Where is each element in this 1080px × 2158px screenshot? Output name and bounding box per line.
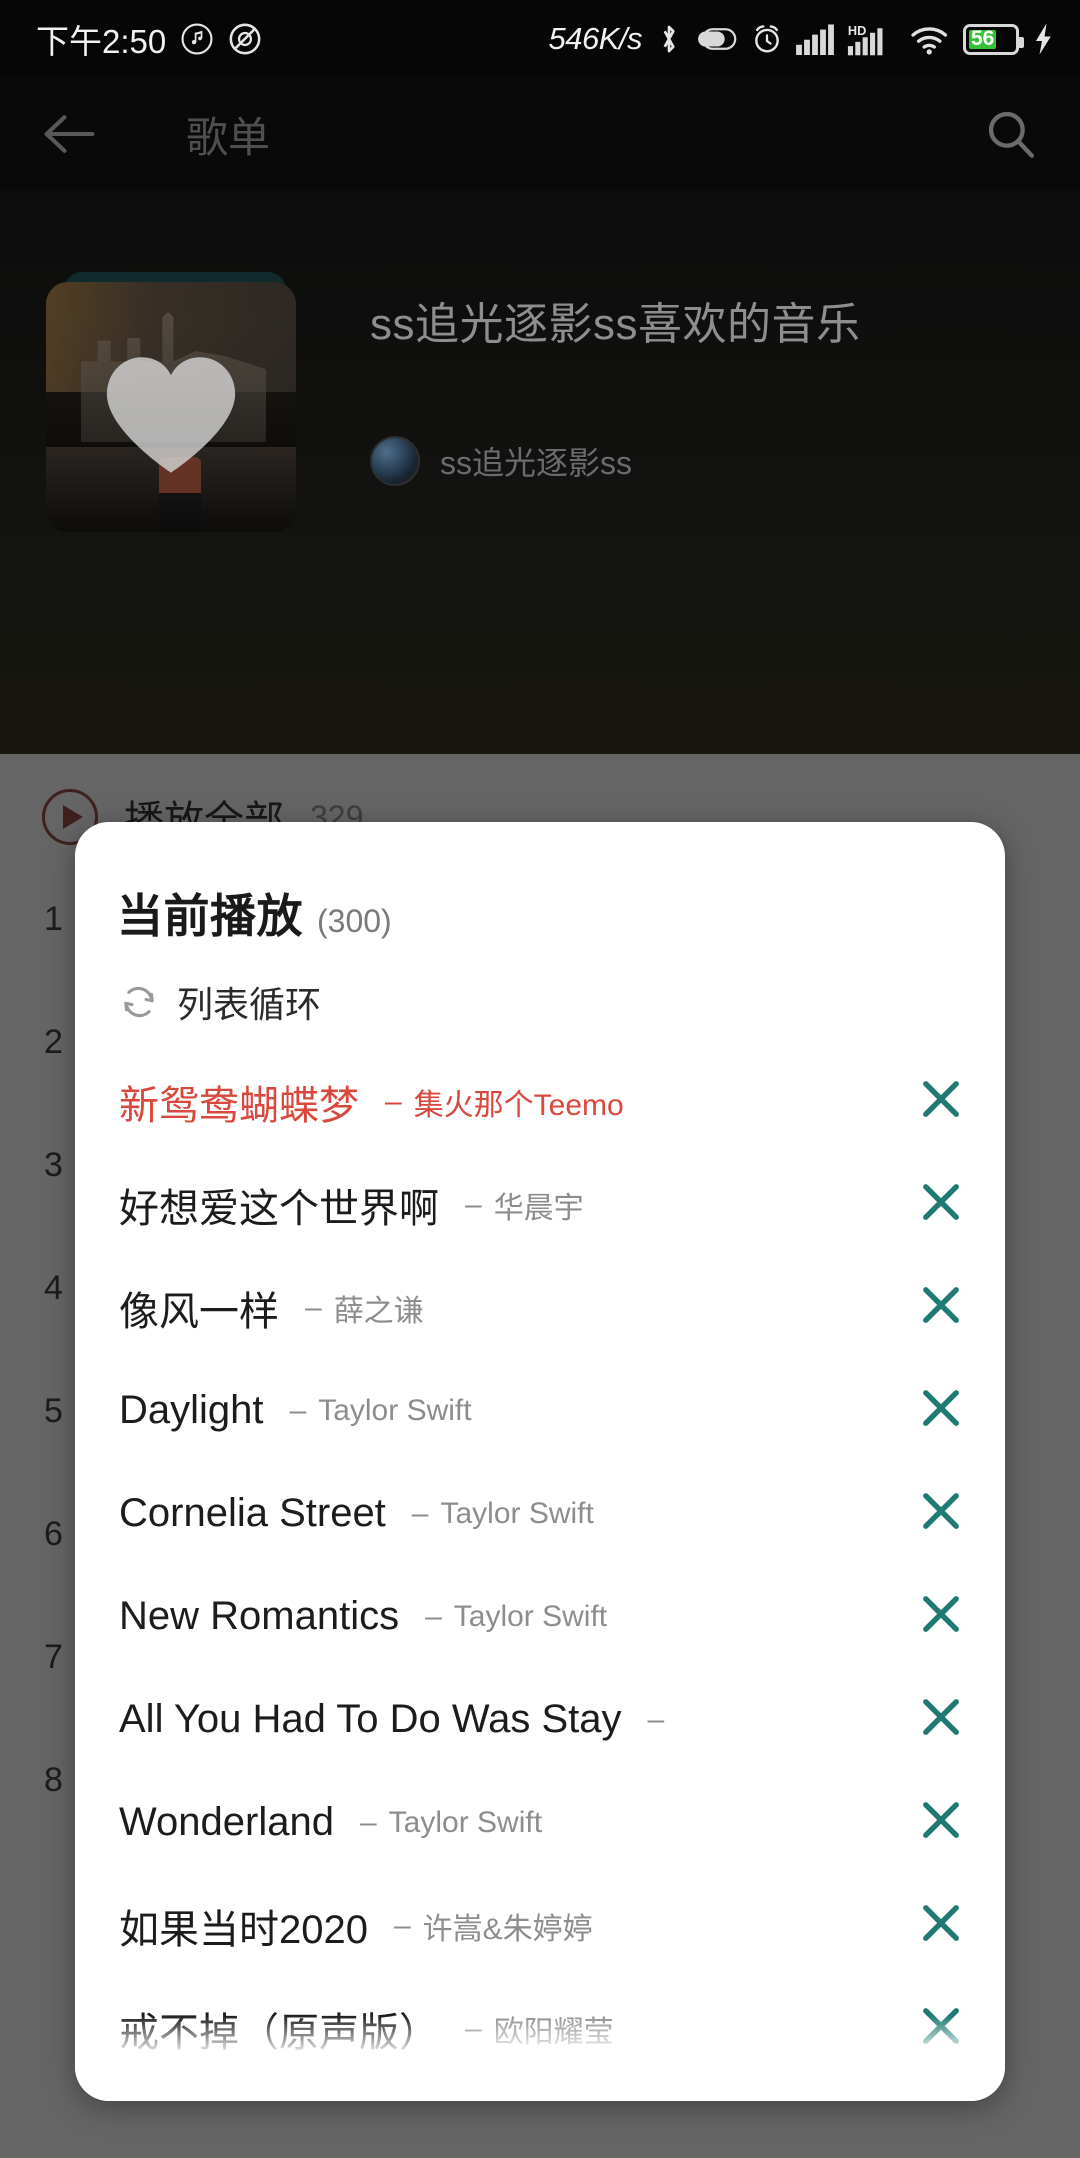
song-separator: – <box>411 1496 429 1530</box>
now-playing-row[interactable]: 如果当时2020– 许嵩&朱婷婷 <box>75 1874 1005 1977</box>
now-playing-row[interactable]: Wonderland – Taylor Swift <box>75 1771 1005 1874</box>
alarm-clock-icon <box>751 23 783 55</box>
close-x-icon[interactable] <box>897 1178 965 1231</box>
song-artist: Taylor Swift <box>388 1805 543 1839</box>
app-bar: 歌单 <box>0 78 1080 190</box>
song-title: 新鸳鸯蝴蝶梦 <box>119 1083 359 1128</box>
song-artist: 薛之谦 <box>333 1294 424 1328</box>
do-not-disturb-icon <box>228 22 262 56</box>
song-artist: 许嵩&朱婷婷 <box>422 1912 593 1946</box>
song-title: All You Had To Do Was Stay <box>119 1697 622 1741</box>
song-artist: Taylor Swift <box>318 1393 472 1427</box>
now-playing-row[interactable]: New Romantics – Taylor Swift <box>75 1565 1005 1668</box>
playlist-author[interactable]: ss追光逐影ss <box>370 436 861 486</box>
song-artist: Taylor Swift <box>440 1496 594 1530</box>
now-playing-dialog: 当前播放 (300) 列表循环 新鸳鸯蝴蝶梦 – 集火那个Teemo 好想爱这个世界啊… <box>75 822 1005 2101</box>
search-icon[interactable] <box>984 107 1038 161</box>
now-playing-song-list[interactable]: 新鸳鸯蝴蝶梦 – 集火那个Teemo 好想爱这个世界啊 – 华晨宇 像风一样 – 薛之谦 Dayl… <box>75 1050 1005 2080</box>
battery-level: 56 <box>969 27 997 50</box>
now-playing-row[interactable]: Daylight – Taylor Swift <box>75 1359 1005 1462</box>
close-x-icon[interactable] <box>897 1899 965 1952</box>
song-separator: – <box>647 1702 665 1736</box>
now-playing-row[interactable]: 像风一样 – 薛之谦 <box>75 1256 1005 1359</box>
song-title: Cornelia Street <box>119 1491 386 1535</box>
charging-bolt-icon <box>1032 22 1054 56</box>
network-speed: 546K/s <box>548 21 642 56</box>
signal-bars-icon <box>796 23 834 55</box>
song-title: 好想爱这个世界啊 <box>119 1186 439 1231</box>
status-time: 下午2:50 <box>36 23 167 60</box>
now-playing-row[interactable]: 新鸳鸯蝴蝶梦 – 集火那个Teemo <box>75 1050 1005 1153</box>
now-playing-row[interactable]: All You Had To Do Was Stay – <box>75 1668 1005 1771</box>
bluetooth-icon <box>655 22 683 56</box>
now-playing-row[interactable]: Cornelia Street – Taylor Swift <box>75 1462 1005 1565</box>
back-arrow-icon[interactable] <box>42 110 98 158</box>
song-separator: – <box>385 1084 402 1118</box>
dialog-song-count: (300) <box>317 903 392 939</box>
song-artist: 集火那个Teemo <box>413 1088 624 1122</box>
playlist-meta: ss追光逐影ss喜欢的音乐 ss追光逐影ss <box>296 282 861 754</box>
song-artist: 华晨宇 <box>493 1191 584 1225</box>
play-mode-label: 列表循环 <box>177 984 322 1025</box>
close-x-icon[interactable] <box>897 1590 965 1643</box>
dialog-title: 当前播放 <box>117 890 303 942</box>
song-separator: – <box>425 1599 442 1633</box>
song-artist: Taylor Swift <box>453 1599 608 1633</box>
song-title: Daylight <box>119 1388 264 1432</box>
close-x-icon[interactable] <box>897 1487 965 1540</box>
song-separator: – <box>393 1908 411 1942</box>
song-title: New Romantics <box>119 1594 400 1638</box>
hd-signal-icon: HD <box>847 22 897 56</box>
song-separator: – <box>305 1290 322 1324</box>
status-bar-left: 下午2:50 <box>0 15 262 63</box>
svg-text:HD: HD <box>848 23 866 38</box>
close-x-icon[interactable] <box>897 1281 965 1334</box>
music-note-icon <box>180 22 214 56</box>
list-bottom-fade <box>75 2015 1005 2101</box>
play-mode-toggle[interactable]: 列表循环 <box>117 976 1005 1028</box>
song-title: Wonderland <box>119 1800 334 1844</box>
close-x-icon[interactable] <box>897 1796 965 1849</box>
dialog-header: 当前播放 (300) 列表循环 <box>75 822 1005 1028</box>
phone-screen: 下午2:50 546K/s HD 56 歌单 ss追光逐影ss喜欢的音乐 ss追… <box>0 0 1080 2158</box>
repeat-list-icon <box>117 983 161 1021</box>
song-separator: – <box>289 1393 307 1427</box>
close-x-icon[interactable] <box>897 1693 965 1746</box>
heart-icon <box>102 353 240 477</box>
avatar <box>370 436 420 486</box>
close-x-icon[interactable] <box>897 1384 965 1437</box>
cover-image <box>46 282 296 532</box>
capsule-icon <box>696 24 738 54</box>
song-separator: – <box>359 1805 377 1839</box>
status-bar: 下午2:50 546K/s HD 56 <box>0 0 1080 78</box>
playlist-title: ss追光逐影ss喜欢的音乐 <box>370 300 861 349</box>
page-title: 歌单 <box>186 113 271 161</box>
dialog-title-row: 当前播放 (300) <box>117 880 1005 946</box>
playlist-hero: ss追光逐影ss喜欢的音乐 ss追光逐影ss <box>0 190 1080 754</box>
song-title: 如果当时2020 <box>119 1907 368 1952</box>
wifi-icon <box>910 22 950 56</box>
song-title: 像风一样 <box>119 1289 279 1334</box>
status-bar-right: 546K/s HD 56 <box>548 21 1080 57</box>
battery-icon: 56 <box>963 23 1024 55</box>
playlist-cover[interactable] <box>46 272 296 532</box>
author-name: ss追光逐影ss <box>440 445 633 481</box>
now-playing-row[interactable]: 好想爱这个世界啊 – 华晨宇 <box>75 1153 1005 1256</box>
close-x-icon[interactable] <box>897 1075 965 1128</box>
song-separator: – <box>465 1187 482 1221</box>
